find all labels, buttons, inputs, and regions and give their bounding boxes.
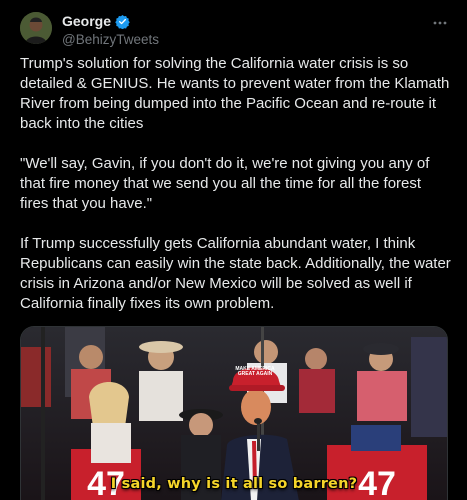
more-horizontal-icon[interactable] (429, 14, 451, 32)
display-name[interactable]: George (62, 13, 111, 29)
video-frame: 47 47 (21, 327, 447, 500)
tweet-paragraph: If Trump successfully gets California ab… (20, 235, 451, 312)
author-handle[interactable]: @BehizyTweets (62, 32, 159, 47)
verified-badge-icon (115, 14, 130, 29)
tweet-header: George @BehizyTweets (20, 12, 455, 48)
tweet-paragraph: Trump's solution for solving the Califor… (20, 55, 450, 132)
video-caption: I said, why is it all so barren? (110, 476, 358, 492)
tweet-paragraph: "We'll say, Gavin, if you don't do it, w… (20, 155, 430, 212)
author-names: George @BehizyTweets (62, 13, 159, 47)
tweet-video[interactable]: 47 47 MAKE AMERICA GREAT AGAIN I said, wh… (20, 326, 448, 500)
tweet-card[interactable]: George @BehizyTweets Trump's solution fo… (0, 0, 467, 500)
tweet-text: Trump's solution for solving the Califor… (20, 54, 452, 334)
avatar[interactable] (20, 12, 52, 44)
hat-slogan: MAKE AMERICA GREAT AGAIN (235, 366, 275, 377)
